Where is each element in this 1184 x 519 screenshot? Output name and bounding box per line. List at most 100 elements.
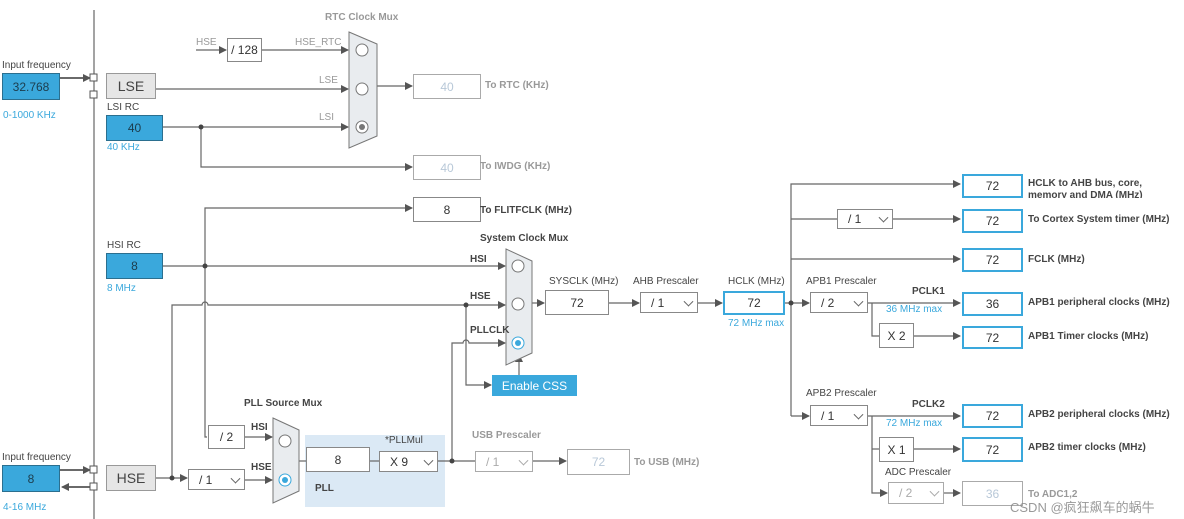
flitf-output-label: To FLITFCLK (MHz) <box>480 205 573 216</box>
pll-label: PLL <box>315 483 334 494</box>
apb2-peripheral-label: APB2 peripheral clocks (MHz) <box>1028 409 1170 420</box>
sysclk-label: SYSCLK (MHz) <box>549 276 619 287</box>
apb2-prescaler-label: APB2 Prescaler <box>806 388 877 399</box>
pllmul-label: *PLLMul <box>385 435 423 446</box>
adc-prescaler-value: / 2 <box>899 486 913 500</box>
apb1-timer-multiplier: X 2 <box>879 323 914 348</box>
sys-pllclk-label: PLLCLK <box>470 325 510 336</box>
sys-hse-label: HSE <box>470 291 491 302</box>
rtc-output-label: To RTC (KHz) <box>485 80 549 91</box>
apb2-prescaler-value: / 1 <box>821 408 835 423</box>
usb-prescaler-value: / 1 <box>486 454 500 469</box>
pll-hse-label: HSE <box>251 462 272 473</box>
ahb-bus-output-label: HCLK to AHB bus, core, memory and DMA (M… <box>1028 178 1143 198</box>
pclk2-label: PCLK2 <box>912 399 945 410</box>
hse-input-frequency[interactable]: 8 <box>2 465 60 492</box>
sys-hsi-label: HSI <box>470 254 487 265</box>
cortex-prescaler-value: / 1 <box>848 212 862 226</box>
lse-input-label: Input frequency <box>2 60 71 71</box>
flitf-output: 8 <box>413 197 481 222</box>
usb-output-label: To USB (MHz) <box>634 457 700 468</box>
rtc-output: 40 <box>413 74 481 99</box>
lsi-label: LSI RC <box>107 102 140 113</box>
watermark: CSDN @疯狂飙车的蜗牛 <box>1010 500 1155 515</box>
apb1-prescaler-select[interactable]: / 2 <box>810 292 868 313</box>
rtc-radio-lse <box>355 82 369 96</box>
adc-prescaler-select[interactable]: / 2 <box>888 482 944 504</box>
rtc-lse-label: LSE <box>319 75 338 86</box>
rtc-hse-rtc-label: HSE_RTC <box>295 37 342 48</box>
chevron-down-icon <box>853 296 864 307</box>
enable-css-button[interactable]: Enable CSS <box>492 375 577 396</box>
pclk1-label: PCLK1 <box>912 286 945 297</box>
ahb-prescaler-value: / 1 <box>651 295 665 310</box>
sys-radio-hsi <box>511 259 525 273</box>
apb2-prescaler-select[interactable]: / 1 <box>810 405 868 426</box>
lse-range: 0-1000 KHz <box>3 110 56 121</box>
apb1-peripheral-label: APB1 peripheral clocks (MHz) <box>1028 297 1170 308</box>
chevron-down-icon <box>853 409 864 420</box>
lse-input-frequency[interactable]: 32.768 <box>2 73 60 100</box>
hsi-div-2: / 2 <box>208 425 245 449</box>
chevron-down-icon <box>878 212 889 223</box>
hclk-label: HCLK (MHz) <box>728 276 785 287</box>
rtc-radio-hse <box>355 43 369 57</box>
cortex-output-label: To Cortex System timer (MHz) <box>1028 214 1170 225</box>
usb-output: 72 <box>567 449 630 475</box>
chevron-down-icon <box>230 473 241 484</box>
hse-prediv-select[interactable]: / 1 <box>188 469 245 490</box>
usb-prescaler-select[interactable]: / 1 <box>475 451 533 472</box>
iwdg-output-label: To IWDG (KHz) <box>480 161 551 172</box>
lsi-value: 40 <box>106 115 163 141</box>
iwdg-output: 40 <box>413 155 481 180</box>
pll-input-value: 8 <box>306 447 370 472</box>
fclk-output-label: FCLK (MHz) <box>1028 254 1085 265</box>
pll-mux <box>272 417 300 504</box>
sys-mux-title: System Clock Mux <box>480 233 569 244</box>
usb-prescaler-label: USB Prescaler <box>472 430 541 441</box>
pllmul-value: X 9 <box>390 454 409 469</box>
hclk-value[interactable]: 72 <box>723 291 785 315</box>
apb1-timer-label: APB1 Timer clocks (MHz) <box>1028 331 1149 342</box>
hclk-max: 72 MHz max <box>728 318 785 329</box>
sysclk-value[interactable]: 72 <box>545 290 609 315</box>
rtc-lsi-label: LSI <box>319 112 335 123</box>
apb1-peripheral-output: 36 <box>962 292 1023 316</box>
ahb-prescaler-label: AHB Prescaler <box>633 276 699 287</box>
hsi-label: HSI RC <box>107 240 141 251</box>
ahb-bus-output: 72 <box>962 174 1023 198</box>
hse-div-128: / 128 <box>227 38 262 62</box>
ahb-prescaler-select[interactable]: / 1 <box>640 292 698 313</box>
apb2-timer-label: APB2 timer clocks (MHz) <box>1028 442 1146 453</box>
chevron-down-icon <box>683 296 694 307</box>
fclk-output: 72 <box>962 248 1023 272</box>
hsi-unit: 8 MHz <box>107 283 136 294</box>
pclk2-max: 72 MHz max <box>886 418 943 429</box>
hse-input-label: Input frequency <box>2 452 71 463</box>
chevron-down-icon <box>423 455 434 466</box>
lsi-unit: 40 KHz <box>107 142 140 153</box>
cortex-prescaler-select[interactable]: / 1 <box>837 209 893 229</box>
cortex-output: 72 <box>962 209 1023 233</box>
apb2-peripheral-output: 72 <box>962 404 1023 428</box>
hse-prediv-value: / 1 <box>199 472 213 487</box>
apb2-timer-multiplier: X 1 <box>879 437 914 462</box>
apb1-timer-output: 72 <box>962 326 1023 349</box>
hsi-value: 8 <box>106 253 163 279</box>
rtc-mux-title: RTC Clock Mux <box>325 12 399 23</box>
apb2-timer-output: 72 <box>962 437 1023 462</box>
apb1-prescaler-value: / 2 <box>821 295 835 310</box>
pll-hsi-label: HSI <box>251 422 268 433</box>
apb1-prescaler-label: APB1 Prescaler <box>806 276 877 287</box>
pllmul-select[interactable]: X 9 <box>379 451 438 472</box>
adc-prescaler-label: ADC Prescaler <box>885 467 952 478</box>
hse-block: HSE <box>106 465 156 491</box>
chevron-down-icon <box>929 486 940 497</box>
pclk1-max: 36 MHz max <box>886 304 943 315</box>
lse-block: LSE <box>106 73 156 99</box>
pll-radio-hsi <box>278 434 292 448</box>
chevron-down-icon <box>518 455 529 466</box>
rtc-hse-label: HSE <box>196 37 217 48</box>
sys-radio-hse <box>511 297 525 311</box>
hse-range: 4-16 MHz <box>3 502 47 513</box>
